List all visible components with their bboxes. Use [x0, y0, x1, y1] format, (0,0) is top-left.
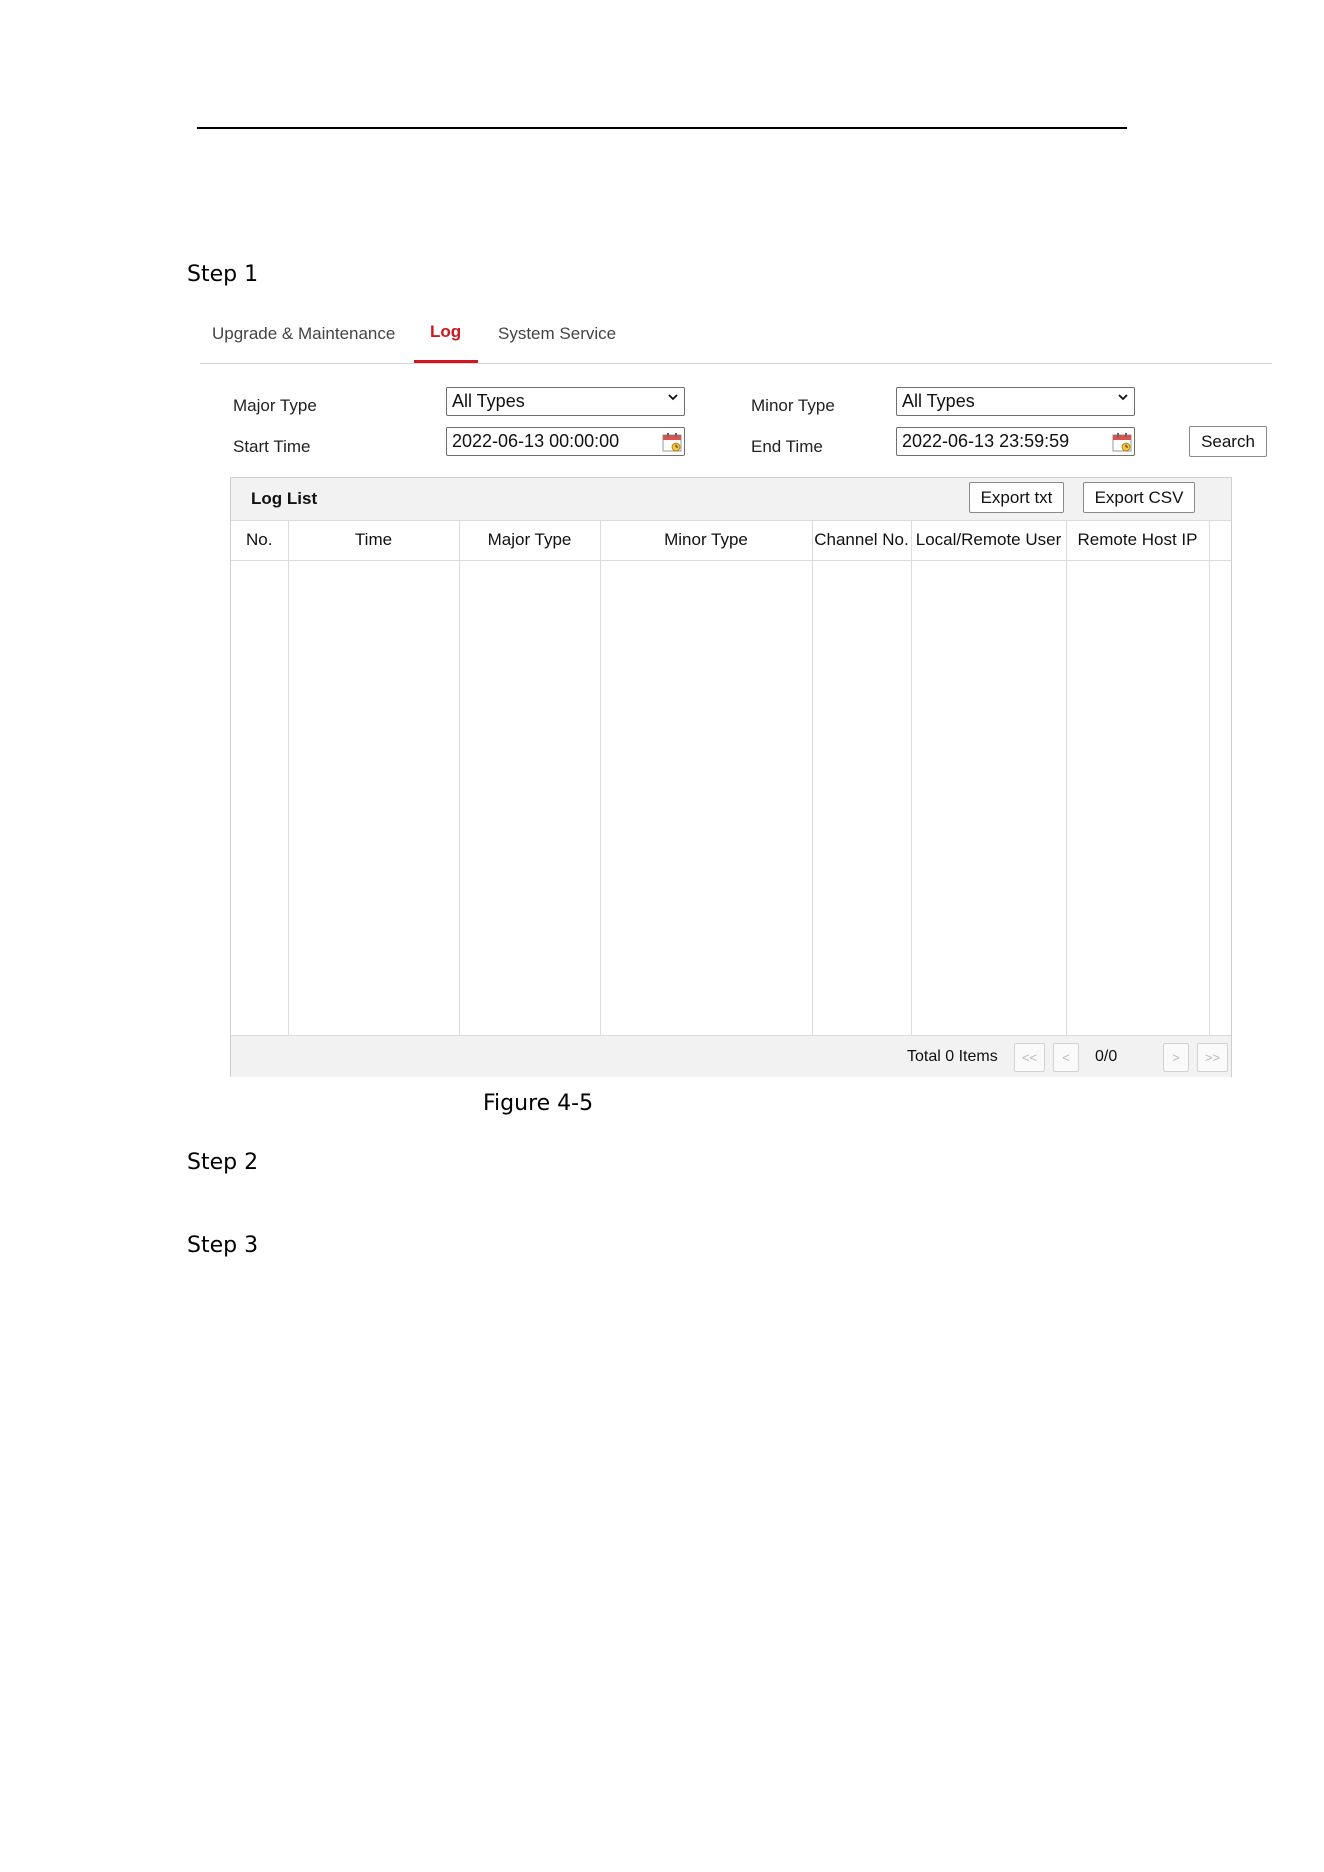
step-3-label: Step 3	[187, 1233, 259, 1258]
table-header-row: No. Time Major Type Minor Type Channel N…	[231, 520, 1231, 561]
export-txt-button[interactable]: Export txt	[969, 482, 1064, 513]
last-page-button[interactable]: >>	[1197, 1043, 1228, 1072]
log-search-screenshot: Upgrade & Maintenance Log System Service…	[200, 310, 1272, 1085]
log-list-panel: Log List Export txt Export CSV No. Time …	[230, 477, 1232, 1077]
next-page-button[interactable]: >	[1163, 1043, 1189, 1072]
export-csv-button[interactable]: Export CSV	[1083, 482, 1195, 513]
prev-page-button[interactable]: <	[1053, 1043, 1079, 1072]
calendar-icon[interactable]	[1110, 430, 1134, 454]
column-header-channel-no[interactable]: Channel No.	[812, 520, 912, 561]
active-tab-indicator	[414, 360, 478, 363]
column-header-local-remote-user[interactable]: Local/Remote User	[911, 520, 1067, 561]
tab-upgrade-maintenance[interactable]: Upgrade & Maintenance	[212, 324, 395, 344]
minor-type-value: All Types	[902, 391, 975, 411]
start-time-input[interactable]: 2022-06-13 00:00:00	[446, 427, 685, 456]
header-rule	[197, 127, 1127, 129]
total-items-text: Total 0 Items	[907, 1048, 998, 1065]
major-type-label: Major Type	[233, 396, 317, 415]
column-header-spacer	[1209, 520, 1231, 561]
start-time-value: 2022-06-13 00:00:00	[452, 431, 620, 451]
step-2-label: Step 2	[187, 1150, 259, 1175]
major-type-value: All Types	[452, 391, 525, 411]
log-list-footer: Total 0 Items << < 0/0 > >>	[231, 1035, 1231, 1077]
chevron-down-icon	[668, 394, 678, 401]
start-time-label: Start Time	[233, 437, 311, 456]
minor-type-label: Minor Type	[751, 396, 835, 415]
page-info: 0/0	[1095, 1048, 1118, 1065]
tab-system-service[interactable]: System Service	[498, 324, 616, 344]
minor-type-select[interactable]: All Types	[896, 387, 1135, 416]
major-type-select[interactable]: All Types	[446, 387, 685, 416]
empty-table-body	[231, 560, 1231, 1036]
figure-caption: Figure 4-5	[483, 1091, 594, 1116]
tab-bar: Upgrade & Maintenance Log System Service	[200, 310, 1272, 364]
log-table: No. Time Major Type Minor Type Channel N…	[231, 520, 1231, 1036]
end-time-label: End Time	[751, 437, 823, 456]
first-page-button[interactable]: <<	[1014, 1043, 1045, 1072]
end-time-value: 2022-06-13 23:59:59	[902, 431, 1070, 451]
column-header-minor-type[interactable]: Minor Type	[600, 520, 813, 561]
log-list-header: Log List Export txt Export CSV	[231, 478, 1231, 521]
tab-log[interactable]: Log	[430, 322, 461, 342]
column-header-major-type[interactable]: Major Type	[459, 520, 601, 561]
log-list-title: Log List	[251, 489, 318, 508]
column-header-remote-host-ip[interactable]: Remote Host IP	[1066, 520, 1210, 561]
step-1-label: Step 1	[187, 262, 259, 287]
chevron-down-icon	[1118, 394, 1128, 401]
column-header-time[interactable]: Time	[288, 520, 460, 561]
end-time-input[interactable]: 2022-06-13 23:59:59	[896, 427, 1135, 456]
search-button[interactable]: Search	[1189, 426, 1267, 457]
calendar-icon[interactable]	[660, 430, 684, 454]
column-header-no[interactable]: No.	[231, 520, 289, 561]
